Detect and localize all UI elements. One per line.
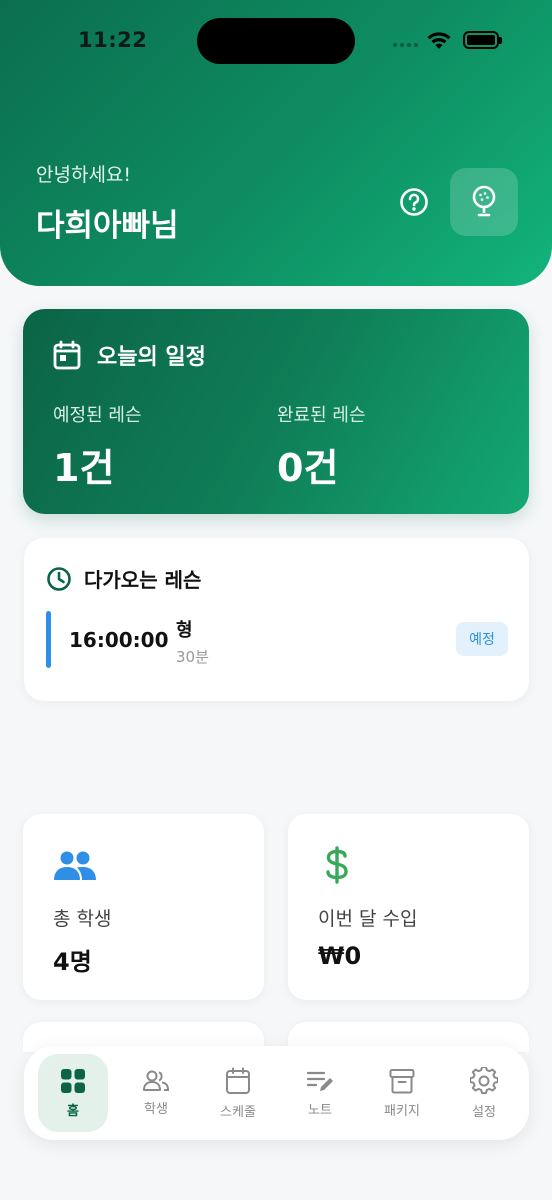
golf-ball-icon <box>472 185 496 217</box>
people-icon <box>54 851 96 880</box>
today-title-row: 오늘의 일정 <box>53 339 206 371</box>
lesson-status-badge: 예정 <box>456 622 508 656</box>
grid-icon <box>61 1068 85 1093</box>
username-title: 다희아빠님 <box>36 208 179 244</box>
nav-item-students[interactable]: 학생 <box>121 1054 191 1132</box>
header: 11:22 안녕하세요! 다희아빠님 <box>0 0 552 286</box>
status-bar: 11:22 <box>0 0 552 80</box>
nav-label-home: 홈 <box>67 1103 79 1119</box>
nav-label-notes: 노트 <box>308 1102 332 1118</box>
archive-icon <box>389 1068 415 1093</box>
profile-button[interactable] <box>450 168 518 236</box>
note-icon <box>306 1071 333 1091</box>
scheduled-label: 예정된 레슨 <box>53 405 142 426</box>
cellular-signal-icon <box>393 43 418 47</box>
nav-item-schedule[interactable]: 스케줄 <box>203 1054 273 1132</box>
total-students-tile[interactable]: 총 학생 4명 <box>23 814 264 1000</box>
lesson-student: 형 <box>176 620 193 641</box>
dynamic-island <box>197 18 355 64</box>
nav-item-packages[interactable]: 패키지 <box>367 1054 437 1132</box>
nav-label-packages: 패키지 <box>384 1103 420 1119</box>
greeting-text: 안녕하세요! <box>36 164 132 186</box>
total-students-label: 총 학생 <box>53 908 112 930</box>
nav-item-home[interactable]: 홈 <box>38 1054 108 1132</box>
upcoming-title-row: 다가오는 레슨 <box>46 564 201 593</box>
dollar-icon <box>326 846 348 884</box>
monthly-income-label: 이번 달 수입 <box>318 908 418 930</box>
nav-label-schedule: 스케줄 <box>220 1104 256 1120</box>
bottom-navigation: 홈 학생 스케줄 노트 패키지 설정 <box>24 1046 529 1140</box>
gear-icon <box>470 1066 498 1094</box>
nav-label-settings: 설정 <box>472 1104 496 1120</box>
clock-icon <box>47 566 71 591</box>
people-icon <box>143 1070 170 1091</box>
calendar-icon <box>226 1067 250 1094</box>
monthly-income-tile[interactable]: 이번 달 수입 ₩0 <box>288 814 529 1000</box>
today-schedule-card[interactable]: 오늘의 일정 예정된 레슨 1건 완료된 레슨 0건 <box>23 309 529 514</box>
upcoming-title: 다가오는 레슨 <box>84 568 202 592</box>
monthly-income-value: ₩0 <box>318 942 362 970</box>
upcoming-lessons-card: 다가오는 레슨 16:00:00 형 30분 예정 <box>24 538 529 701</box>
help-button[interactable] <box>397 185 431 219</box>
nav-label-students: 학생 <box>144 1101 168 1117</box>
battery-icon <box>463 31 502 49</box>
completed-value: 0건 <box>277 446 339 490</box>
completed-label: 완료된 레슨 <box>277 405 366 426</box>
total-students-value: 4명 <box>53 948 92 976</box>
help-circle-icon <box>400 188 428 216</box>
calendar-icon <box>53 340 81 370</box>
status-time: 11:22 <box>78 28 148 52</box>
lesson-duration: 30분 <box>176 648 209 666</box>
today-title: 오늘의 일정 <box>97 345 206 370</box>
scheduled-value: 1건 <box>53 446 115 490</box>
lesson-accent-bar <box>46 611 51 668</box>
nav-item-notes[interactable]: 노트 <box>285 1054 355 1132</box>
nav-item-settings[interactable]: 설정 <box>449 1054 519 1132</box>
wifi-icon <box>427 32 451 49</box>
lesson-time: 16:00:00 <box>69 628 169 652</box>
